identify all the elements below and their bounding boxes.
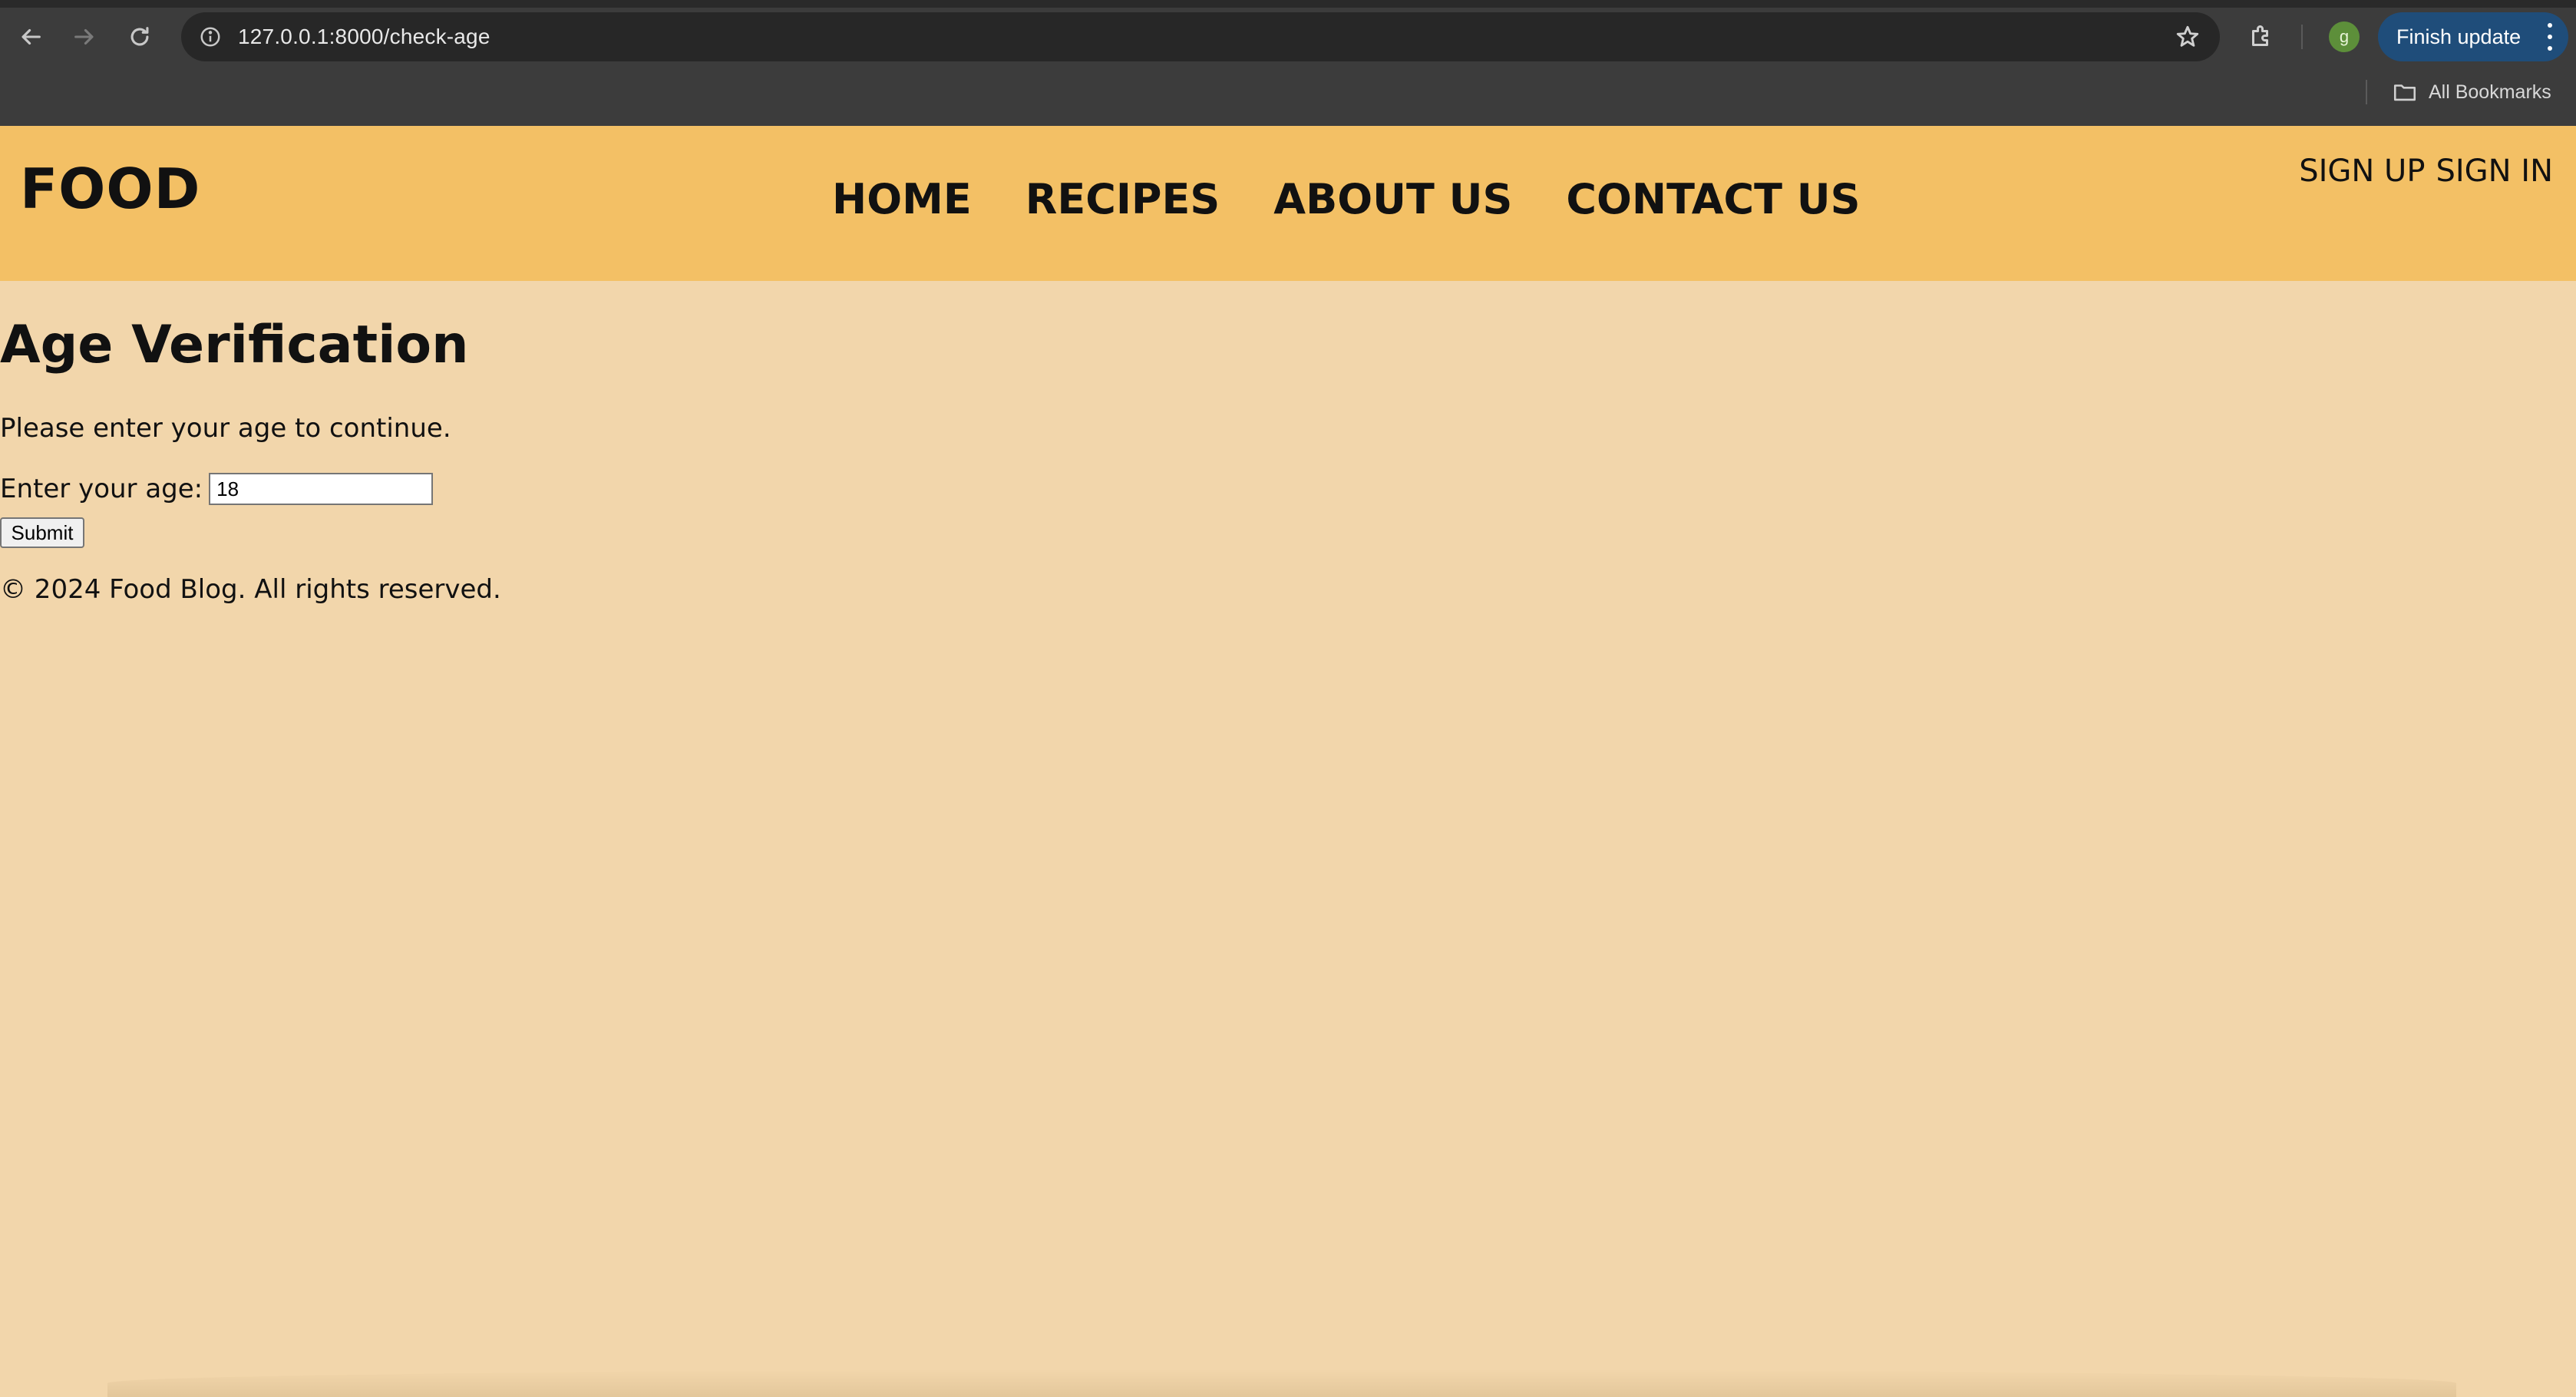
footer-text: © 2024 Food Blog. All rights reserved.: [0, 574, 501, 605]
address-bar[interactable]: 127.0.0.1:8000/check-age: [181, 12, 2220, 61]
tab-strip-edge: [0, 0, 2576, 8]
folder-icon: [2393, 84, 2416, 101]
finish-update-button[interactable]: Finish update: [2378, 12, 2568, 61]
all-bookmarks-button[interactable]: All Bookmarks: [2392, 77, 2551, 107]
nav-home-link[interactable]: HOME: [832, 175, 972, 223]
main-content: Age Verification Please enter your age t…: [0, 315, 501, 605]
browser-chrome: 127.0.0.1:8000/check-age g Finish update…: [0, 0, 2576, 126]
bookmarks-divider: [2366, 80, 2367, 104]
finish-update-label: Finish update: [2396, 25, 2522, 48]
nav-contact-us-link[interactable]: CONTACT US: [1566, 175, 1860, 223]
info-icon[interactable]: [197, 23, 224, 51]
kebab-menu-icon[interactable]: [2545, 23, 2555, 51]
sign-in-link[interactable]: SIGN IN: [2436, 154, 2553, 189]
toolbar-divider: [2301, 25, 2303, 49]
arrow-left-icon: [21, 28, 41, 45]
web-page: FOOD HOME RECIPES ABOUT US CONTACT US SI…: [0, 126, 2576, 1397]
profile-avatar[interactable]: g: [2329, 21, 2360, 52]
submit-button[interactable]: Submit: [0, 517, 84, 548]
arrow-right-icon: [74, 28, 94, 45]
auth-links: SIGN UP SIGN IN: [2299, 154, 2553, 189]
main-navigation: HOME RECIPES ABOUT US CONTACT US: [832, 175, 1861, 223]
back-button[interactable]: [8, 14, 54, 60]
all-bookmarks-label: All Bookmarks: [2429, 81, 2551, 103]
intro-text: Please enter your age to continue.: [0, 413, 451, 444]
star-icon[interactable]: [2172, 21, 2203, 52]
reload-button[interactable]: [117, 14, 163, 60]
site-logo[interactable]: FOOD: [20, 157, 200, 221]
bottom-shadow: [107, 1369, 2456, 1397]
sign-up-link[interactable]: SIGN UP: [2299, 154, 2425, 189]
address-url[interactable]: 127.0.0.1:8000/check-age: [238, 25, 490, 49]
forward-button[interactable]: [61, 14, 107, 60]
nav-recipes-link[interactable]: RECIPES: [1025, 175, 1220, 223]
page-title: Age Verification: [0, 315, 469, 375]
nav-about-us-link[interactable]: ABOUT US: [1273, 175, 1512, 223]
age-label: Enter your age:: [0, 474, 203, 504]
age-input[interactable]: [209, 473, 434, 505]
site-header: FOOD HOME RECIPES ABOUT US CONTACT US SI…: [0, 126, 2576, 281]
reload-icon: [130, 27, 149, 46]
puzzle-icon[interactable]: [2241, 17, 2281, 57]
age-field-row: Enter your age:: [0, 473, 434, 505]
